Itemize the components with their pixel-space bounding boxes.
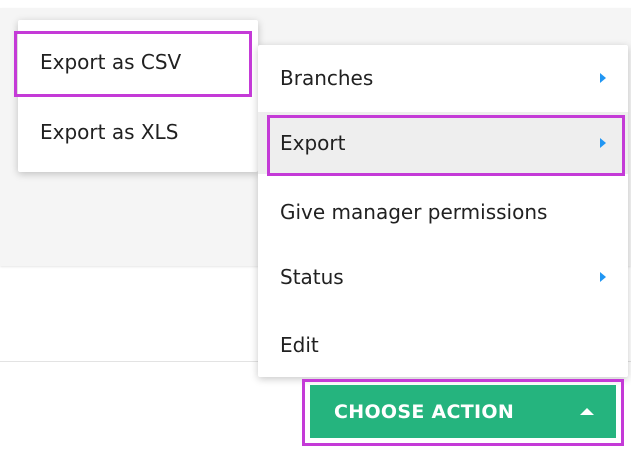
- menu-item-give-manager-permissions[interactable]: Give manager permissions: [258, 181, 628, 243]
- export-submenu: Export as CSV Export as XLS: [18, 20, 258, 172]
- menu-item-label: Give manager permissions: [280, 200, 548, 224]
- menu-item-status[interactable]: Status: [258, 246, 628, 308]
- menu-item-edit[interactable]: Edit: [258, 314, 628, 376]
- menu-item-export-csv[interactable]: Export as CSV: [18, 30, 258, 94]
- menu-item-label: Status: [280, 265, 344, 289]
- menu-item-branches[interactable]: Branches: [258, 47, 628, 109]
- menu-item-label: Export as XLS: [40, 120, 179, 144]
- caret-up-icon: [580, 407, 594, 415]
- chevron-right-icon: [600, 272, 606, 282]
- menu-item-label: Export: [280, 131, 346, 155]
- choose-action-label: CHOOSE ACTION: [334, 400, 515, 423]
- menu-item-label: Branches: [280, 66, 374, 90]
- menu-item-export[interactable]: Export: [258, 112, 628, 174]
- action-menu: Branches Export Give manager permissions…: [258, 45, 628, 377]
- chevron-right-icon: [600, 73, 606, 83]
- choose-action-button[interactable]: CHOOSE ACTION: [310, 385, 616, 438]
- chevron-right-icon: [600, 138, 606, 148]
- menu-item-label: Export as CSV: [40, 50, 182, 74]
- menu-item-export-xls[interactable]: Export as XLS: [18, 100, 258, 164]
- menu-item-label: Edit: [280, 333, 319, 357]
